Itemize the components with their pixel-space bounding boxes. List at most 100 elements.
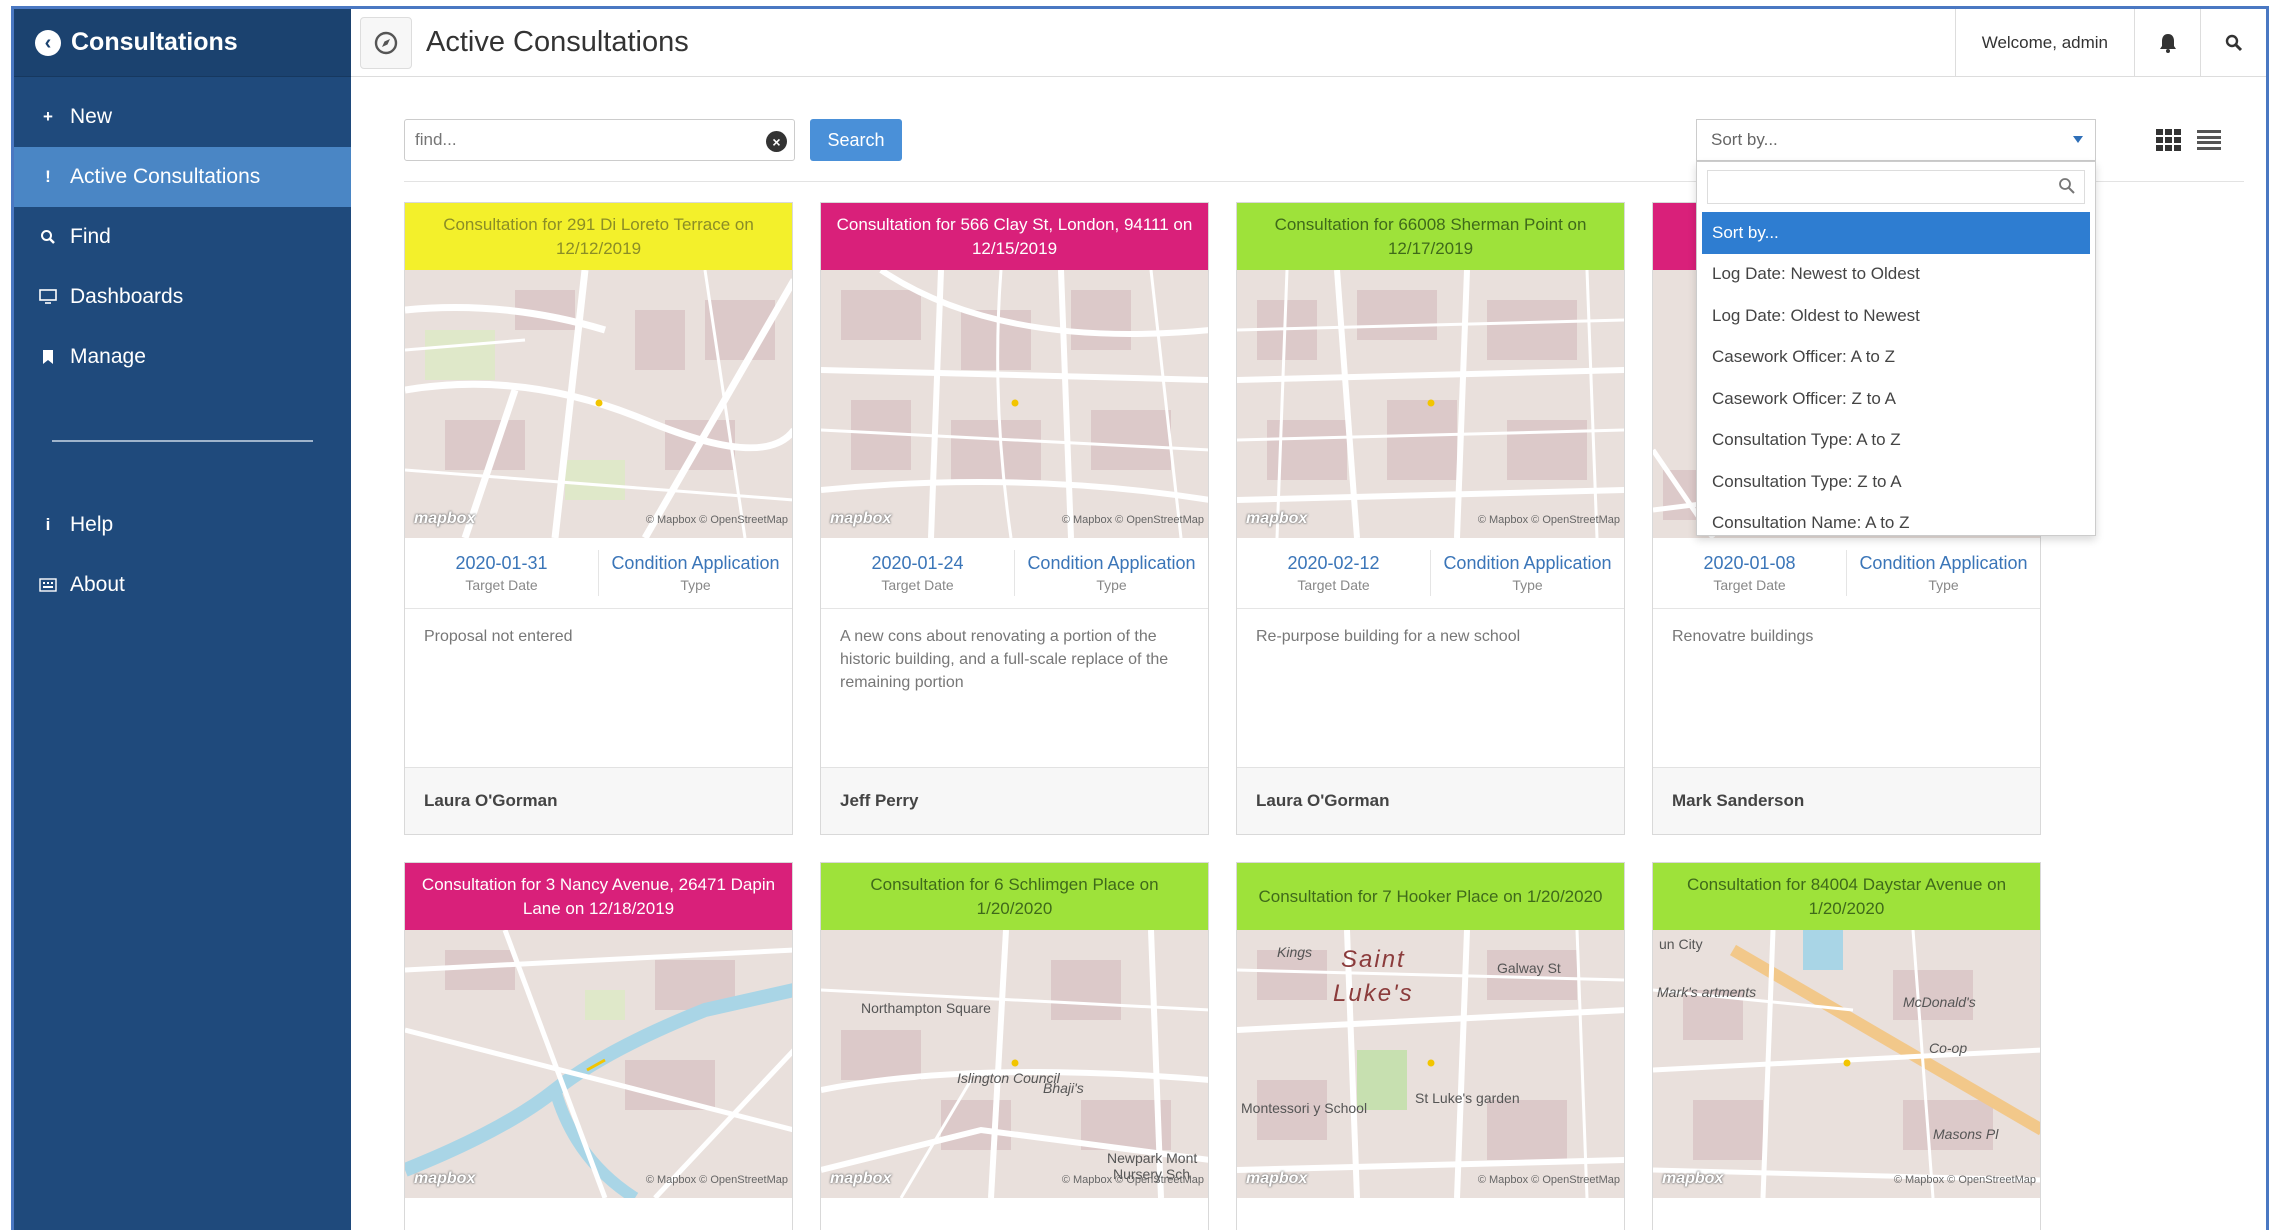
location-map[interactable]: mapbox © Mapbox © OpenStreetMap — [405, 270, 792, 538]
target-date-value: 2020-01-31 — [455, 553, 548, 573]
sort-dropdown: Sort by... Log Date: Newest to Oldest Lo… — [1696, 161, 2096, 536]
card-description: Re-purpose building for a new school — [1256, 628, 1521, 645]
mapbox-logo[interactable]: mapbox — [414, 510, 475, 528]
card-title[interactable]: Consultation for 84004 Daystar Avenue on… — [1653, 863, 2040, 930]
location-map[interactable]: mapbox © Mapbox © OpenStreetMap — [821, 270, 1208, 538]
map-label: Luke's — [1333, 980, 1414, 1007]
compass-icon[interactable] — [360, 16, 412, 69]
map-label: Kings — [1277, 944, 1313, 960]
location-map[interactable]: un City Mark's artments McDonald's Co-op… — [1653, 930, 2040, 1198]
target-date-value: 2020-01-24 — [871, 553, 964, 573]
plus-icon: + — [43, 107, 53, 126]
card-description: A new cons about renovating a portion of… — [840, 628, 1169, 691]
sort-option[interactable]: Casework Officer: Z to A — [1702, 378, 2090, 420]
type-label: Type — [680, 577, 711, 593]
consultation-card[interactable]: Consultation for 84004 Daystar Avenue on… — [1652, 862, 2041, 1230]
sort-option[interactable]: Log Date: Newest to Oldest — [1702, 254, 2090, 296]
sort-option[interactable]: Consultation Name: A to Z — [1702, 503, 2090, 545]
map-label: Montessori y School — [1241, 1100, 1368, 1116]
location-map[interactable]: Northampton Square Islington Council Bha… — [821, 930, 1208, 1198]
exclamation-icon: ! — [45, 167, 51, 186]
map-attribution[interactable]: © Mapbox © OpenStreetMap — [1478, 1174, 1620, 1186]
sidebar-item-manage[interactable]: Manage — [14, 327, 351, 387]
mapbox-logo[interactable]: mapbox — [830, 1170, 891, 1188]
back-icon[interactable]: ‹ — [35, 29, 61, 56]
sort-select[interactable]: Sort by... — [1696, 119, 2096, 161]
card-title[interactable]: Consultation for 66008 Sherman Point on … — [1237, 203, 1624, 270]
map-attribution[interactable]: © Mapbox © OpenStreetMap — [646, 514, 788, 526]
sidebar-item-label: Help — [70, 513, 114, 536]
page-title: Active Consultations — [426, 26, 689, 58]
bookmark-icon — [37, 349, 59, 365]
sidebar-item-help[interactable]: i Help — [14, 495, 351, 555]
card-title[interactable]: Consultation for 566 Clay St, London, 94… — [821, 203, 1208, 270]
card-title[interactable]: Consultation for 7 Hooker Place on 1/20/… — [1237, 863, 1624, 930]
card-description: Renovatre buildings — [1672, 628, 1814, 645]
sidebar-item-label: New — [70, 105, 113, 128]
map-label: Northampton Square — [861, 1000, 991, 1016]
map-label: Masons Pl — [1933, 1126, 1999, 1142]
target-date-label: Target Date — [881, 577, 954, 593]
map-label: Co-op — [1929, 1040, 1968, 1056]
clear-search-icon[interactable]: × — [766, 131, 787, 152]
map-attribution[interactable]: © Mapbox © OpenStreetMap — [1478, 514, 1620, 526]
map-attribution[interactable]: © Mapbox © OpenStreetMap — [1062, 514, 1204, 526]
search-button[interactable]: Search — [810, 119, 902, 161]
map-attribution[interactable]: © Mapbox © OpenStreetMap — [646, 1174, 788, 1186]
welcome-user[interactable]: Welcome, admin — [1954, 9, 2134, 77]
sidebar-item-label: Dashboards — [70, 285, 184, 308]
search-icon — [2058, 177, 2076, 200]
mapbox-logo[interactable]: mapbox — [830, 510, 891, 528]
map-attribution[interactable]: © Mapbox © OpenStreetMap — [1062, 1174, 1204, 1186]
location-map[interactable]: mapbox © Mapbox © OpenStreetMap — [1237, 270, 1624, 538]
consultation-card[interactable]: Consultation for 7 Hooker Place on 1/20/… — [1236, 862, 1625, 1230]
app-title: Consultations — [71, 28, 238, 56]
mapbox-logo[interactable]: mapbox — [1246, 1170, 1307, 1188]
search-input[interactable] — [404, 119, 795, 161]
sidebar-item-label: About — [70, 573, 125, 596]
target-date-value: 2020-01-08 — [1703, 553, 1796, 573]
sort-option[interactable]: Log Date: Oldest to Newest — [1702, 295, 2090, 337]
sidebar-item-active-consultations[interactable]: ! Active Consultations — [14, 147, 351, 207]
sidebar-item-new[interactable]: + New — [14, 87, 351, 147]
mapbox-logo[interactable]: mapbox — [414, 1170, 475, 1188]
sidebar-item-find[interactable]: Find — [14, 207, 351, 267]
sort-options: Sort by... Log Date: Newest to Oldest Lo… — [1702, 212, 2090, 544]
consultation-card[interactable]: Consultation for 66008 Sherman Point on … — [1236, 202, 1625, 835]
sidebar-brand[interactable]: ‹ Consultations — [14, 9, 351, 77]
consultation-card[interactable]: Consultation for 566 Clay St, London, 94… — [820, 202, 1209, 835]
card-title[interactable]: Consultation for 3 Nancy Avenue, 26471 D… — [405, 863, 792, 930]
sidebar-item-about[interactable]: About — [14, 555, 351, 615]
map-label: Mark's artments — [1657, 984, 1757, 1000]
mapbox-logo[interactable]: mapbox — [1662, 1170, 1723, 1188]
list-view-icon[interactable] — [2197, 130, 2221, 150]
bell-icon[interactable] — [2134, 9, 2200, 77]
sidebar-divider — [52, 440, 313, 442]
dropdown-search-input[interactable] — [1707, 170, 2085, 204]
grid-view-icon[interactable] — [2156, 129, 2182, 151]
sidebar-item-label: Find — [70, 225, 111, 248]
card-title[interactable]: Consultation for 291 Di Loreto Terrace o… — [405, 203, 792, 270]
info-icon: i — [45, 515, 51, 534]
consultation-card[interactable]: Consultation for 291 Di Loreto Terrace o… — [404, 202, 793, 835]
location-map[interactable]: mapbox © Mapbox © OpenStreetMap — [405, 930, 792, 1198]
sort-option[interactable]: Consultation Type: A to Z — [1702, 420, 2090, 462]
sort-option[interactable]: Consultation Type: Z to A — [1702, 461, 2090, 503]
case-officer: Laura O'Gorman — [1237, 767, 1624, 834]
card-title[interactable]: Consultation for 6 Schlimgen Place on 1/… — [821, 863, 1208, 930]
sort-option[interactable]: Sort by... — [1702, 212, 2090, 254]
map-label: Bhaji's — [1043, 1080, 1084, 1096]
mapbox-logo[interactable]: mapbox — [1246, 510, 1307, 528]
search-icon[interactable] — [2200, 9, 2266, 77]
location-map[interactable]: Saint Luke's Kings Galway St Montessori … — [1237, 930, 1624, 1198]
type-value: Condition Application — [611, 553, 780, 573]
sort-option[interactable]: Casework Officer: A to Z — [1702, 337, 2090, 379]
consultation-card[interactable]: Consultation for 3 Nancy Avenue, 26471 D… — [404, 862, 793, 1230]
type-value: Condition Application — [1443, 553, 1612, 573]
consultation-card[interactable]: Consultation for 6 Schlimgen Place on 1/… — [820, 862, 1209, 1230]
target-date-label: Target Date — [1713, 577, 1786, 593]
card-description: Proposal not entered — [424, 628, 573, 645]
search-icon — [37, 229, 59, 245]
sidebar-item-dashboards[interactable]: Dashboards — [14, 267, 351, 327]
map-attribution[interactable]: © Mapbox © OpenStreetMap — [1894, 1174, 2036, 1186]
